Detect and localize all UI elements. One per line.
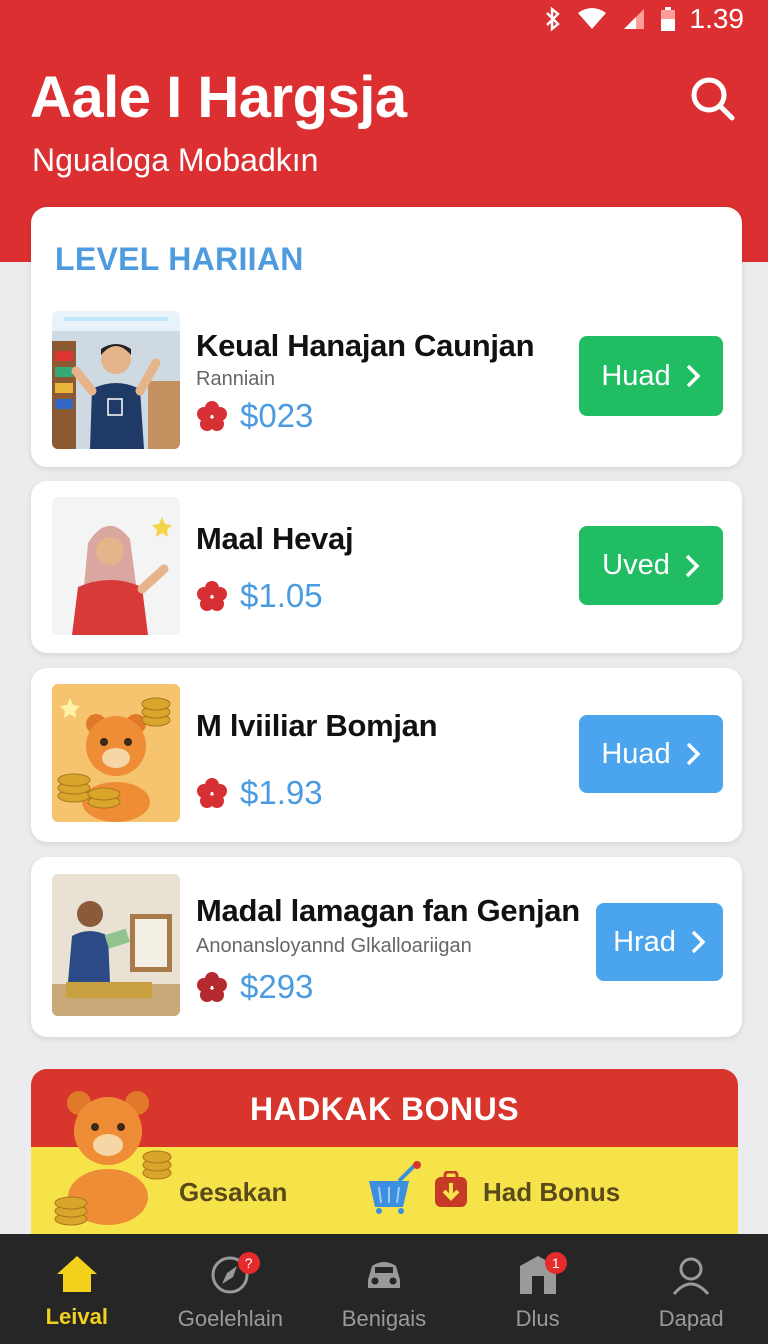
- flower-icon: [197, 401, 227, 431]
- item-price: $293: [240, 968, 314, 1005]
- level-item-card: Maal Hevaj $1.05 Uved: [31, 481, 742, 653]
- bonus-banner[interactable]: HADKAK BONUS Gesakan Had Bonus: [31, 1069, 738, 1249]
- item-action-button[interactable]: Uved: [579, 526, 723, 605]
- profile-icon: [673, 1257, 710, 1296]
- page-subtitle: Ngualoga Mobadkın: [32, 142, 319, 178]
- chevron-right-icon: [691, 930, 706, 954]
- nav-badge: 1: [544, 1252, 567, 1274]
- item-thumbnail-bear-coins[interactable]: [52, 684, 180, 822]
- item-action-button[interactable]: Huad: [579, 336, 723, 416]
- item-subtitle: Ranniain: [196, 368, 275, 390]
- nav-label: Dlus: [515, 1306, 560, 1331]
- button-label: Huad: [601, 737, 671, 770]
- item-thumbnail-boy-money[interactable]: [52, 874, 180, 1016]
- bottom-navigation: Leival ? Goelehlain Benigais 1 Dlus Dapa…: [0, 1234, 768, 1344]
- nav-label: Benigais: [341, 1306, 427, 1331]
- item-action-button[interactable]: Hrad: [596, 903, 723, 981]
- button-label: Uved: [602, 549, 670, 581]
- basket-icon[interactable]: [365, 1161, 423, 1215]
- search-button[interactable]: [688, 74, 738, 124]
- wifi-icon: [577, 8, 606, 29]
- item-subtitle: Anonansloyannd Glkalloariigan: [196, 935, 472, 957]
- level-item-card: M lviiliar Bomjan $1.93 Huad: [31, 668, 742, 842]
- item-price: $1.93: [240, 774, 323, 811]
- chevron-right-icon: [685, 554, 700, 577]
- item-price-row: $1.93: [196, 774, 323, 812]
- item-price: $1.05: [240, 577, 323, 614]
- battery-icon: [660, 7, 675, 31]
- button-label: Huad: [601, 359, 671, 392]
- home-icon: [56, 1256, 97, 1292]
- nav-item-benigais[interactable]: Benigais: [307, 1234, 461, 1344]
- flower-icon: [197, 778, 227, 808]
- bonus-label-right: Had Bonus: [483, 1177, 621, 1207]
- item-price-row: $293: [196, 968, 313, 1006]
- section-title: LEVEL HARIIAN: [55, 241, 304, 277]
- item-action-button[interactable]: Huad: [579, 715, 723, 793]
- bonus-label-left: Gesakan: [179, 1177, 288, 1207]
- chevron-right-icon: [686, 742, 701, 766]
- nav-label: Leival: [45, 1304, 108, 1329]
- nav-label: Goelehlain: [177, 1306, 283, 1331]
- nav-item-leival[interactable]: Leival: [0, 1234, 154, 1344]
- girl-hijab-photo: [52, 497, 180, 635]
- item-price: $023: [240, 397, 314, 434]
- boy-waving-photo: [52, 311, 180, 449]
- level-section-card: LEVEL HARIIAN Keual Hanajan Caunjan Rann…: [31, 207, 742, 467]
- item-thumbnail-boy-waving[interactable]: [52, 311, 180, 449]
- item-price-row: $1.05: [196, 577, 323, 615]
- item-name: M lviiliar Bomjan: [196, 708, 438, 743]
- bear-coins-illustration: [52, 684, 180, 822]
- item-price-row: $023: [196, 397, 313, 435]
- nav-badge: ?: [237, 1252, 260, 1274]
- car-icon: [367, 1262, 400, 1288]
- item-thumbnail-girl-hijab[interactable]: [52, 497, 180, 635]
- nav-item-dlus[interactable]: 1 Dlus: [461, 1234, 615, 1344]
- bear-mascot-icon: [54, 1091, 172, 1226]
- nav-item-dapad[interactable]: Dapad: [614, 1234, 768, 1344]
- nav-item-goelehlain[interactable]: ? Goelehlain: [154, 1234, 308, 1344]
- search-icon: [691, 77, 735, 121]
- nav-label: Dapad: [658, 1306, 724, 1331]
- item-name: Madal lamagan fan Genjan: [196, 893, 580, 928]
- level-item-card: Madal lamagan fan Genjan Anonansloyannd …: [31, 857, 742, 1037]
- boy-money-photo: [52, 874, 180, 1016]
- status-time: 1.39: [689, 3, 745, 34]
- bonus-download-icon[interactable]: [433, 1171, 469, 1209]
- item-name: Keual Hanajan Caunjan: [196, 328, 535, 363]
- button-label: Hrad: [613, 925, 676, 958]
- bluetooth-icon: [545, 6, 560, 32]
- item-name: Maal Hevaj: [196, 521, 354, 556]
- signal-icon: [623, 9, 644, 29]
- flower-icon: [197, 581, 227, 611]
- chevron-right-icon: [686, 364, 701, 388]
- page-title: Aale I Hargsja: [30, 65, 407, 130]
- flower-icon: [197, 972, 227, 1002]
- status-bar: 1.39: [544, 3, 745, 34]
